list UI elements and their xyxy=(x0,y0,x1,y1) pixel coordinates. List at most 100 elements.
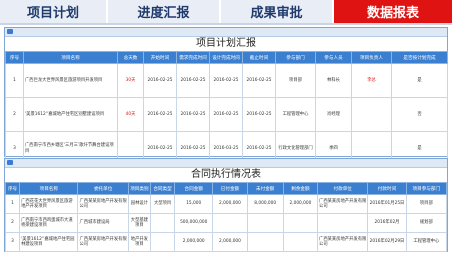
cell-paid xyxy=(212,213,248,233)
cell-payer: 广西某某房地产开发有限公司 xyxy=(317,194,369,214)
tab-label: 项目计划 xyxy=(26,6,79,21)
cell-category: 地产开发项目 xyxy=(127,232,151,252)
cell-no: 1 xyxy=(5,63,24,98)
cell-client: 广西城市建设局 xyxy=(77,213,129,233)
table-row[interactable]: 1 广西巨龙大世界风景区旅游项目开发项目 30天 2016-02-25 2016… xyxy=(5,63,448,98)
tab-underline xyxy=(0,23,452,25)
cell-dept: 项目部 xyxy=(405,194,448,214)
cell-req: 2016-02-25 xyxy=(176,97,210,132)
table-header-row: 序号 项目名称 委托单位 项目类别 合同类型 合同金额 已付金额 未付金额 剩余… xyxy=(4,182,448,195)
project-plan-report-title: 项目计划汇报 xyxy=(196,38,256,49)
col-header: 序号 xyxy=(4,182,21,195)
cell-contract-type xyxy=(149,213,176,233)
tab-label: 数据报表 xyxy=(366,6,419,21)
col-header: 设计完成时间 xyxy=(209,51,243,64)
cell-no: 3 xyxy=(4,232,21,252)
col-header: 项目参与部门 xyxy=(405,182,448,195)
cell-req: 2016-02-25 xyxy=(176,63,210,98)
cell-no: 2 xyxy=(5,97,24,132)
cell-dept: 项目部 xyxy=(275,63,316,98)
col-header: 合同金额 xyxy=(174,182,214,195)
cell-date: 2016年01月25日 xyxy=(367,194,407,214)
table-row[interactable]: 3 '美景1612'‘嘉城地产住宅园林建设项目 广西某某房地产开发有限公司 地产… xyxy=(4,232,448,252)
cell-amount: 15,000 xyxy=(174,194,214,214)
panel-header xyxy=(5,28,447,37)
cell-remain xyxy=(282,232,319,252)
col-header: 委托单位 xyxy=(77,182,129,195)
cell-paid: 2,000,000 xyxy=(212,232,248,252)
project-plan-report-panel: 项目计划汇报 序号 项目名称 总天数 开始时间 需求完成时间 设计完成时间 截止… xyxy=(4,27,448,166)
project-plan-table: 序号 项目名称 总天数 开始时间 需求完成时间 设计完成时间 截止时间 参与部门… xyxy=(5,51,448,166)
cell-dept: 工程管理中心 xyxy=(275,97,316,132)
col-header: 已付金额 xyxy=(212,182,248,195)
cell-people: 肖经理 xyxy=(315,97,352,132)
cell-dept: 工程管理中心 xyxy=(405,232,448,252)
col-header: 需求完成时间 xyxy=(176,51,210,64)
panel-icon xyxy=(7,160,13,165)
col-header: 项目类别 xyxy=(127,182,151,195)
cell-date: 2016年02月 xyxy=(367,213,407,233)
cell-owner: 李总 xyxy=(351,63,392,98)
cell-days: 30天 xyxy=(117,63,144,98)
col-header: 截止时间 xyxy=(242,51,276,64)
tab-result-approval[interactable]: 成果审批 xyxy=(221,0,334,23)
cell-people: 林科长 xyxy=(315,63,352,98)
cell-no: 1 xyxy=(4,194,21,214)
cell-paid: 2,000,000 xyxy=(212,194,248,214)
cell-payer: 广西某某房地产开发有限公司 xyxy=(317,232,369,252)
cell-payer xyxy=(317,213,369,233)
cell-name: 广西巨龙大世界风景区旅游项目开发项目 xyxy=(23,63,118,98)
top-nav-tabs: 项目计划 进度汇报 成果审批 数据报表 xyxy=(0,0,452,25)
cell-end: 2016-02-25 xyxy=(242,63,276,98)
table-row[interactable]: 1 广西花花大世界风景区旅游地产开发项目 广西某某房地产开发有限公司 园林设计 … xyxy=(4,194,448,214)
table-row[interactable]: 2 广西南宁市西鸡蛋城市大道桥梁建设项目 广西城市建设局 大型基建项目 500,… xyxy=(4,213,448,233)
cell-unpaid xyxy=(246,232,284,252)
cell-owner xyxy=(351,97,392,132)
cell-end: 2016-02-25 xyxy=(242,97,276,132)
cell-name: '美景1612'‘嘉城地产住宅园林建设项目 xyxy=(19,232,79,252)
cell-days: 40天 xyxy=(117,97,144,132)
cell-contract-type: 大型项目 xyxy=(149,194,176,214)
tab-data-report[interactable]: 数据报表 xyxy=(334,0,452,23)
tab-label: 成果审批 xyxy=(250,6,303,21)
cell-remain: 2,000,000 xyxy=(282,194,319,214)
col-header: 参与部门 xyxy=(275,51,316,64)
cell-category: 大型基建项目 xyxy=(127,213,151,233)
table-header-row: 序号 项目名称 总天数 开始时间 需求完成时间 设计完成时间 截止时间 参与部门… xyxy=(5,51,448,64)
cell-no: 2 xyxy=(4,213,21,233)
col-header: 合同类型 xyxy=(149,182,176,195)
panel-header xyxy=(5,159,447,168)
cell-name: '美景1612'‘嘉城地产住宅区别墅建设项目 xyxy=(23,97,118,132)
cell-client: 广西某某房地产开发有限公司 xyxy=(77,194,129,214)
cell-amount: 2,000,000 xyxy=(174,232,214,252)
cell-ontime: 否 xyxy=(391,97,448,132)
cell-unpaid xyxy=(246,213,284,233)
panel-icon xyxy=(7,29,13,34)
cell-client: 广西某某房地产开发有限公司 xyxy=(77,232,129,252)
contract-execution-title: 合同执行情况表 xyxy=(191,169,261,180)
col-header: 序号 xyxy=(5,51,24,64)
tab-label: 进度汇报 xyxy=(137,6,190,21)
cell-name: 广西花花大世界风景区旅游地产开发项目 xyxy=(19,194,79,214)
tab-project-plan[interactable]: 项目计划 xyxy=(0,0,108,23)
col-header: 项目名称 xyxy=(19,182,79,195)
col-header: 付款单位 xyxy=(317,182,369,195)
table-row[interactable]: 2 '美景1612'‘嘉城地产住宅区别墅建设项目 40天 2016-02-25 … xyxy=(5,97,448,132)
col-header: 项目负责人 xyxy=(351,51,392,64)
col-header: 开始时间 xyxy=(143,51,177,64)
cell-category: 园林设计 xyxy=(127,194,151,214)
col-header: 未付金额 xyxy=(246,182,284,195)
cell-contract-type xyxy=(149,232,176,252)
col-header: 总天数 xyxy=(117,51,144,64)
cell-date: 2016年02月29日 xyxy=(367,232,407,252)
cell-name: 广西南宁市西鸡蛋城市大道桥梁建设项目 xyxy=(19,213,79,233)
contract-execution-panel: 合同执行情况表 序号 项目名称 委托单位 项目类别 合同类型 合同金额 已付金额… xyxy=(4,158,448,252)
cell-remain xyxy=(282,213,319,233)
cell-unpaid: 8,000,000 xyxy=(246,194,284,214)
col-header: 项目名称 xyxy=(23,51,118,64)
cell-design: 2016-02-25 xyxy=(209,63,243,98)
cell-dept: 规划部 xyxy=(405,213,448,233)
tab-progress-report[interactable]: 进度汇报 xyxy=(108,0,221,23)
cell-start: 2016-02-25 xyxy=(143,97,177,132)
col-header: 参与人员 xyxy=(315,51,352,64)
